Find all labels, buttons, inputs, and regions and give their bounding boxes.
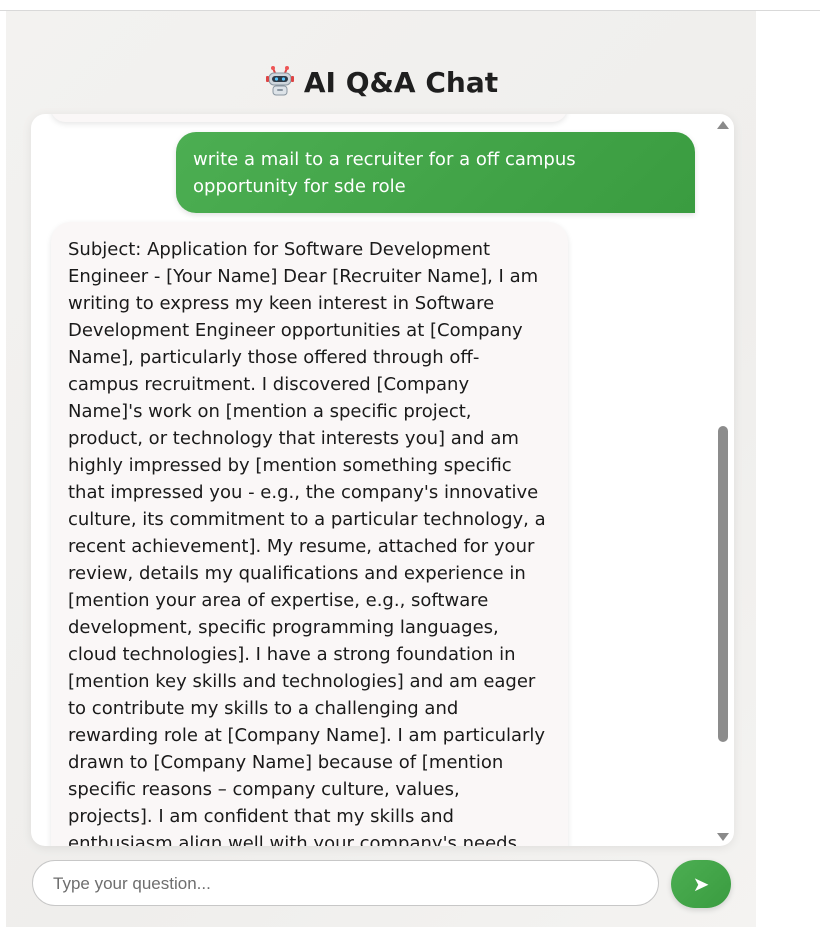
chat-messages-panel[interactable]: write a mail to a recruiter for a off ca…: [31, 114, 734, 846]
window-top-edge: [0, 0, 820, 11]
bot-message-text: Subject: Application for Software Develo…: [68, 239, 546, 846]
send-button[interactable]: ➤: [671, 860, 731, 908]
scroll-up-arrow-icon[interactable]: [717, 121, 729, 129]
page-title-text: AI Q&A Chat: [303, 66, 499, 99]
user-message-text: write a mail to a recruiter for a off ca…: [193, 149, 576, 197]
chat-app: AI Q&A Chat write a mail to a recruiter …: [6, 11, 756, 927]
send-icon: ➤: [692, 872, 710, 896]
previous-message-bubble: [51, 114, 567, 122]
question-input[interactable]: [51, 861, 645, 907]
page-title: AI Q&A Chat: [6, 63, 756, 108]
robot-icon: [264, 65, 296, 108]
chat-scrollbar[interactable]: [712, 114, 734, 846]
scrollbar-thumb[interactable]: [718, 426, 728, 742]
user-message: write a mail to a recruiter for a off ca…: [176, 132, 695, 213]
question-input-container: [32, 860, 659, 907]
scroll-down-arrow-icon[interactable]: [717, 833, 729, 841]
bot-message: Subject: Application for Software Develo…: [51, 222, 568, 846]
